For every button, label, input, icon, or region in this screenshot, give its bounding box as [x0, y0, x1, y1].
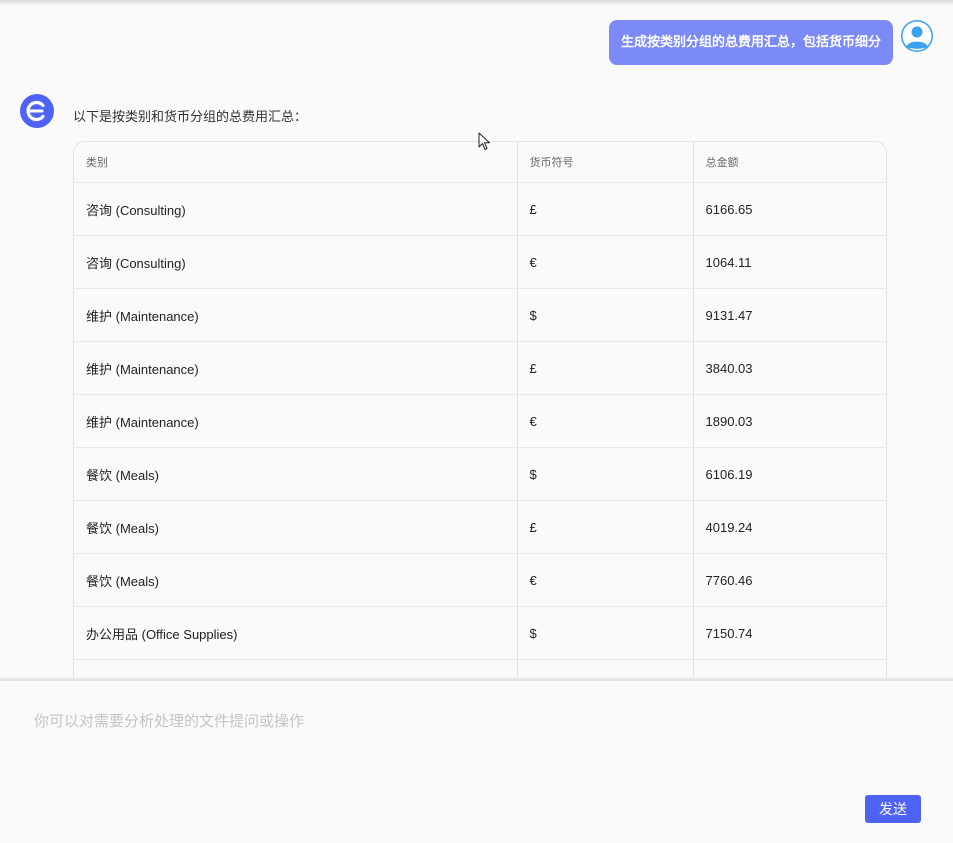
chat-area[interactable]: 生成按类别分组的总费用汇总，包括货币细分 以下是按类别和货币分组的总费用汇总： …	[0, 0, 953, 678]
cell-currency: €	[517, 553, 694, 607]
table-row: 咨询 (Consulting) £ 6166.65	[74, 182, 886, 236]
cell-currency: £	[517, 500, 694, 554]
cell-total: 7760.46	[693, 553, 886, 607]
cell-currency: £	[517, 341, 694, 395]
table-row: 办公用品 (Office Supplies) $ 7150.74	[74, 606, 886, 660]
cell-total	[693, 659, 886, 678]
cell-category: 维护 (Maintenance)	[74, 341, 518, 395]
cell-category: 餐饮 (Meals)	[74, 500, 518, 554]
cell-total: 4019.24	[693, 500, 886, 554]
cell-category: 办公用品 (Office Supplies)	[74, 606, 518, 660]
cell-category: 维护 (Maintenance)	[74, 394, 518, 448]
cell-total: 6166.65	[693, 182, 886, 236]
table-row: 维护 (Maintenance) £ 3840.03	[74, 341, 886, 395]
cell-total: 3840.03	[693, 341, 886, 395]
cell-category: 餐饮 (Meals)	[74, 447, 518, 501]
bot-logo-icon	[20, 94, 54, 128]
cell-total: 9131.47	[693, 288, 886, 342]
cell-currency: £	[517, 182, 694, 236]
table-row: 咨询 (Consulting) € 1064.11	[74, 235, 886, 289]
cell-currency: $	[517, 606, 694, 660]
table-row: 餐饮 (Meals) $ 6106.19	[74, 447, 886, 501]
cell-category: 咨询 (Consulting)	[74, 182, 518, 236]
cell-currency: $	[517, 288, 694, 342]
cell-currency: €	[517, 394, 694, 448]
cell-currency	[517, 659, 694, 678]
cell-currency: €	[517, 235, 694, 289]
message-input[interactable]: 你可以对需要分析处理的文件提问或操作	[34, 710, 304, 731]
cell-total: 1064.11	[693, 235, 886, 289]
mouse-cursor-icon	[478, 132, 490, 150]
bot-message-intro: 以下是按类别和货币分组的总费用汇总：	[73, 110, 308, 125]
cell-currency: $	[517, 447, 694, 501]
table-row: 餐饮 (Meals) € 7760.46	[74, 553, 886, 607]
cell-category: 咨询 (Consulting)	[74, 235, 518, 289]
cell-category: 餐饮 (Meals)	[74, 553, 518, 607]
table-row: 维护 (Maintenance) $ 9131.47	[74, 288, 886, 342]
cell-total: 6106.19	[693, 447, 886, 501]
cell-total: 7150.74	[693, 606, 886, 660]
table-row	[74, 659, 886, 678]
summary-table-container[interactable]: 类别 货币符号 总金额 咨询 (Consulting) £ 6166.65 咨询…	[73, 141, 887, 678]
send-button[interactable]: 发送	[865, 795, 921, 823]
summary-table: 类别 货币符号 总金额 咨询 (Consulting) £ 6166.65 咨询…	[74, 142, 886, 678]
header-total: 总金额	[693, 142, 886, 183]
table-row: 餐饮 (Meals) £ 4019.24	[74, 500, 886, 554]
header-category: 类别	[74, 142, 518, 183]
user-avatar-icon	[901, 20, 933, 52]
user-message-bubble: 生成按类别分组的总费用汇总，包括货币细分	[608, 20, 893, 65]
cell-category: 维护 (Maintenance)	[74, 288, 518, 342]
input-area: 你可以对需要分析处理的文件提问或操作 发送	[0, 681, 953, 843]
cell-total: 1890.03	[693, 394, 886, 448]
header-currency: 货币符号	[517, 142, 694, 183]
cell-category	[74, 659, 518, 678]
table-row: 维护 (Maintenance) € 1890.03	[74, 394, 886, 448]
